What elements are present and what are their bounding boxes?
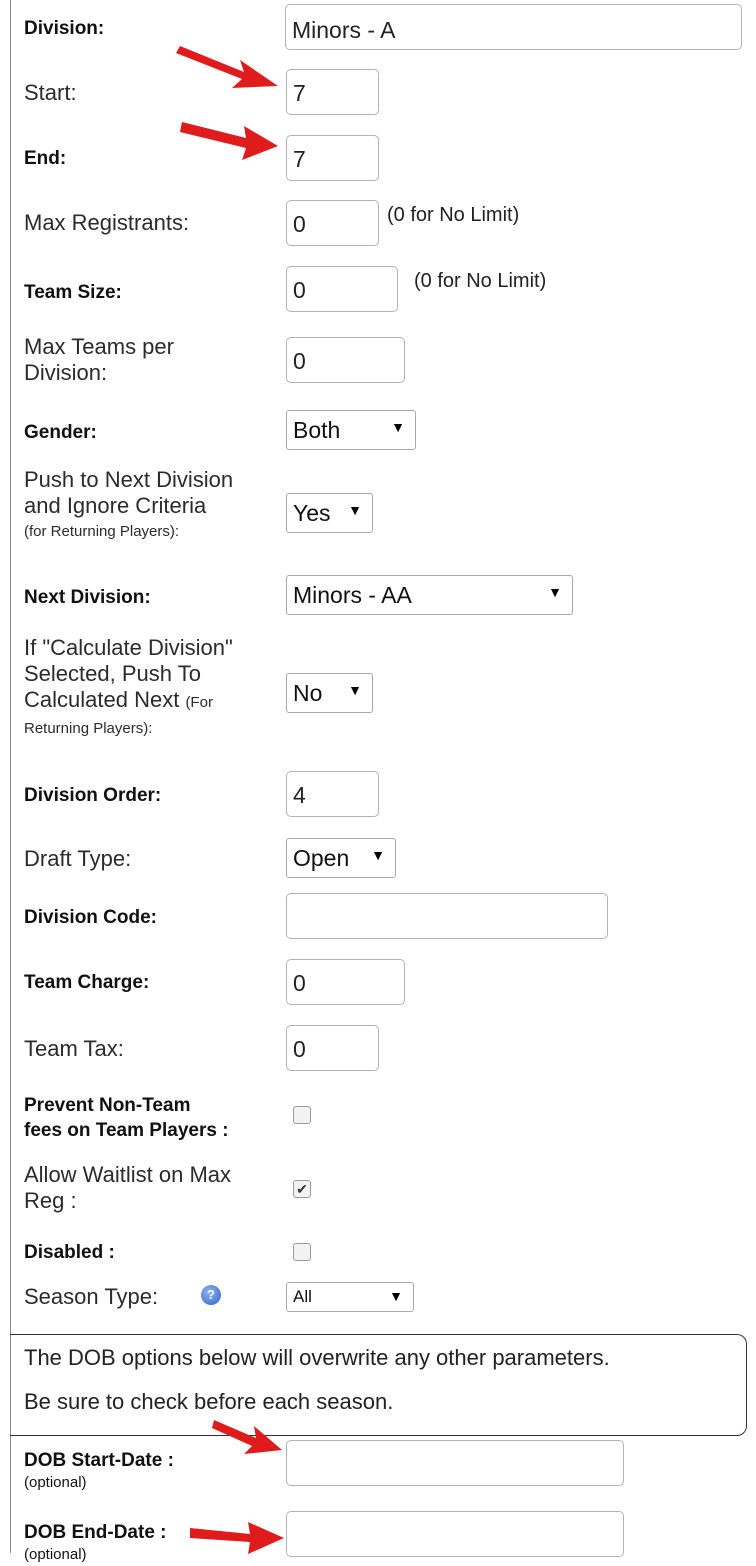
- calc-division-select[interactable]: No ▼: [286, 673, 373, 713]
- team-tax-label: Team Tax:: [24, 1036, 124, 1061]
- push-next-select-value: Yes: [293, 500, 331, 526]
- draft-type-select-value: Open: [293, 845, 350, 871]
- season-type-select[interactable]: All ▼: [286, 1282, 414, 1312]
- allow-waitlist-checkbox[interactable]: ✔: [293, 1180, 311, 1198]
- push-next-label-small: (for Returning Players):: [24, 523, 180, 540]
- push-next-label-line1: Push to Next Division: [24, 467, 234, 492]
- prevent-fees-label-line2: fees on Team Players :: [24, 1120, 229, 1141]
- disabled-label: Disabled :: [24, 1242, 115, 1263]
- push-next-label-line2: and Ignore Criteria: [24, 493, 207, 518]
- calc-division-label-small2: Returning Players):: [24, 720, 153, 737]
- next-division-select[interactable]: Minors - AA ▼: [286, 575, 573, 615]
- push-next-select[interactable]: Yes ▼: [286, 493, 373, 533]
- division-order-label: Division Order:: [24, 785, 162, 806]
- gender-select[interactable]: Both ▼: [286, 410, 416, 450]
- team-size-label: Team Size:: [24, 282, 122, 303]
- max-teams-label-line1: Max Teams per: [24, 334, 174, 359]
- push-next-label: Push to Next Division and Ignore Criteri…: [24, 467, 233, 545]
- team-size-input[interactable]: 0: [286, 266, 398, 312]
- season-type-select-value: All: [293, 1287, 312, 1306]
- calc-division-select-value: No: [293, 680, 323, 706]
- next-division-label: Next Division:: [24, 587, 151, 608]
- chevron-down-icon: ▼: [391, 419, 405, 435]
- left-border: [10, 0, 11, 1553]
- allow-waitlist-label-line2: Reg :: [24, 1188, 77, 1213]
- chevron-down-icon: ▼: [348, 502, 362, 518]
- chevron-down-icon: ▼: [548, 584, 562, 600]
- question-circle-icon[interactable]: ?: [201, 1285, 221, 1305]
- start-label: Start:: [24, 80, 77, 105]
- max-registrants-note: (0 for No Limit): [387, 204, 520, 226]
- max-teams-label: Max Teams per Division:: [24, 334, 174, 386]
- gender-label: Gender:: [24, 422, 97, 443]
- dob-notice-line2: Be sure to check before each season.: [24, 1389, 394, 1414]
- end-label: End:: [24, 148, 67, 169]
- allow-waitlist-label: Allow Waitlist on Max Reg :: [24, 1162, 231, 1214]
- division-code-label: Division Code:: [24, 907, 158, 928]
- chevron-down-icon: ▼: [389, 1288, 403, 1304]
- red-arrow-icon: [180, 122, 278, 160]
- team-tax-input[interactable]: 0: [286, 1025, 379, 1071]
- calc-division-label-line1: If "Calculate Division": [24, 635, 233, 660]
- draft-type-label: Draft Type:: [24, 846, 132, 871]
- calc-division-label: If "Calculate Division" Selected, Push T…: [24, 635, 233, 742]
- calc-division-label-line3: Calculated Next: [24, 687, 180, 712]
- max-registrants-label: Max Registrants:: [24, 210, 190, 235]
- dob-end-input[interactable]: [286, 1511, 624, 1557]
- division-code-input[interactable]: [286, 893, 608, 939]
- max-teams-input[interactable]: 0: [286, 337, 405, 383]
- draft-type-select[interactable]: Open ▼: [286, 838, 396, 878]
- calc-division-label-small1: (For: [185, 694, 213, 711]
- red-arrow-icon: [176, 46, 278, 88]
- chevron-down-icon: ▼: [371, 847, 385, 863]
- prevent-fees-label: Prevent Non-Team fees on Team Players :: [24, 1093, 229, 1143]
- prevent-fees-checkbox[interactable]: [293, 1106, 311, 1124]
- dob-start-optional: (optional): [24, 1474, 87, 1491]
- dob-start-label-text: DOB Start-Date :: [24, 1450, 174, 1471]
- allow-waitlist-label-line1: Allow Waitlist on Max: [24, 1162, 232, 1187]
- team-size-note: (0 for No Limit): [414, 270, 547, 292]
- max-teams-label-line2: Division:: [24, 360, 108, 385]
- dob-end-label-text: DOB End-Date :: [24, 1522, 167, 1543]
- red-arrow-icon: [212, 1420, 282, 1454]
- max-registrants-input[interactable]: 0: [286, 200, 379, 246]
- dob-end-optional: (optional): [24, 1546, 87, 1563]
- dob-notice-line1: The DOB options below will overwrite any…: [24, 1345, 610, 1370]
- prevent-fees-label-line1: Prevent Non-Team: [24, 1095, 191, 1116]
- dob-start-input[interactable]: [286, 1440, 624, 1486]
- chevron-down-icon: ▼: [348, 682, 362, 698]
- next-division-select-value: Minors - AA: [293, 582, 412, 608]
- division-label: Division:: [24, 18, 105, 39]
- red-arrow-icon: [190, 1522, 284, 1554]
- gender-select-value: Both: [293, 417, 341, 443]
- checkmark-icon: ✔: [296, 1181, 308, 1197]
- start-input[interactable]: 7: [286, 69, 379, 115]
- division-order-input[interactable]: 4: [286, 771, 379, 817]
- team-charge-input[interactable]: 0: [286, 959, 405, 1005]
- season-type-label: Season Type:: [24, 1284, 159, 1309]
- calc-division-label-line2: Selected, Push To: [24, 661, 201, 686]
- dob-end-label: DOB End-Date : (optional): [24, 1522, 167, 1566]
- end-input[interactable]: 7: [286, 135, 379, 181]
- division-name-input[interactable]: Minors - A: [285, 4, 742, 50]
- dob-start-label: DOB Start-Date : (optional): [24, 1450, 174, 1494]
- team-charge-label: Team Charge:: [24, 972, 150, 993]
- disabled-checkbox[interactable]: [293, 1243, 311, 1261]
